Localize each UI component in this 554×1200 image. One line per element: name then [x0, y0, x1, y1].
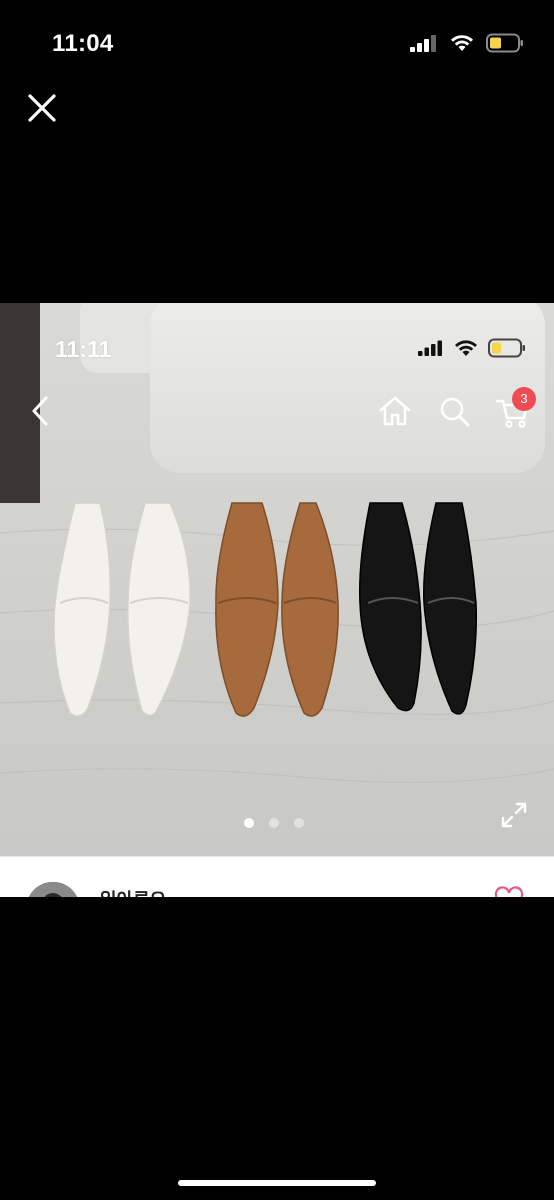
gallery-dot-3[interactable]: [294, 818, 304, 828]
app-status-icons: [418, 338, 526, 358]
status-bar: 11:04: [0, 0, 554, 90]
battery-icon: [486, 33, 523, 53]
search-button[interactable]: [437, 391, 473, 431]
app-status-bar: 11:11: [0, 303, 554, 383]
home-icon: [379, 396, 411, 426]
back-chevron-icon: [32, 396, 48, 426]
cellular-signal-icon: [418, 340, 442, 356]
divider: [0, 856, 554, 857]
app-nav-bar: [0, 383, 554, 439]
gallery-pagination: [244, 818, 304, 828]
cellular-signal-icon: [410, 35, 436, 52]
app-status-time: 11:11: [55, 336, 112, 362]
avatar-image: [26, 882, 80, 897]
like-button[interactable]: [494, 886, 524, 897]
wifi-icon: [455, 339, 477, 356]
avatar[interactable]: [26, 882, 80, 897]
expand-icon: [501, 802, 527, 828]
status-time: 11:04: [52, 30, 114, 57]
home-button[interactable]: [377, 391, 413, 431]
gallery-dot-2[interactable]: [269, 818, 279, 828]
seller-name[interactable]: 일아루오: [100, 886, 166, 897]
status-icons: [410, 33, 524, 53]
heart-icon: [494, 886, 524, 897]
battery-icon: [488, 338, 525, 358]
close-icon: [28, 94, 56, 122]
gallery-dot-1[interactable]: [244, 818, 254, 828]
expand-button[interactable]: [499, 800, 529, 830]
seller-info: 일아루오: [0, 856, 554, 897]
wifi-icon: [451, 35, 473, 51]
close-button[interactable]: [24, 90, 60, 126]
search-icon: [440, 397, 470, 427]
cart-count-badge: 3: [512, 387, 536, 411]
home-indicator[interactable]: [178, 1180, 376, 1186]
back-button[interactable]: [26, 393, 56, 429]
screenshot-image: 11:11 3: [0, 303, 554, 856]
